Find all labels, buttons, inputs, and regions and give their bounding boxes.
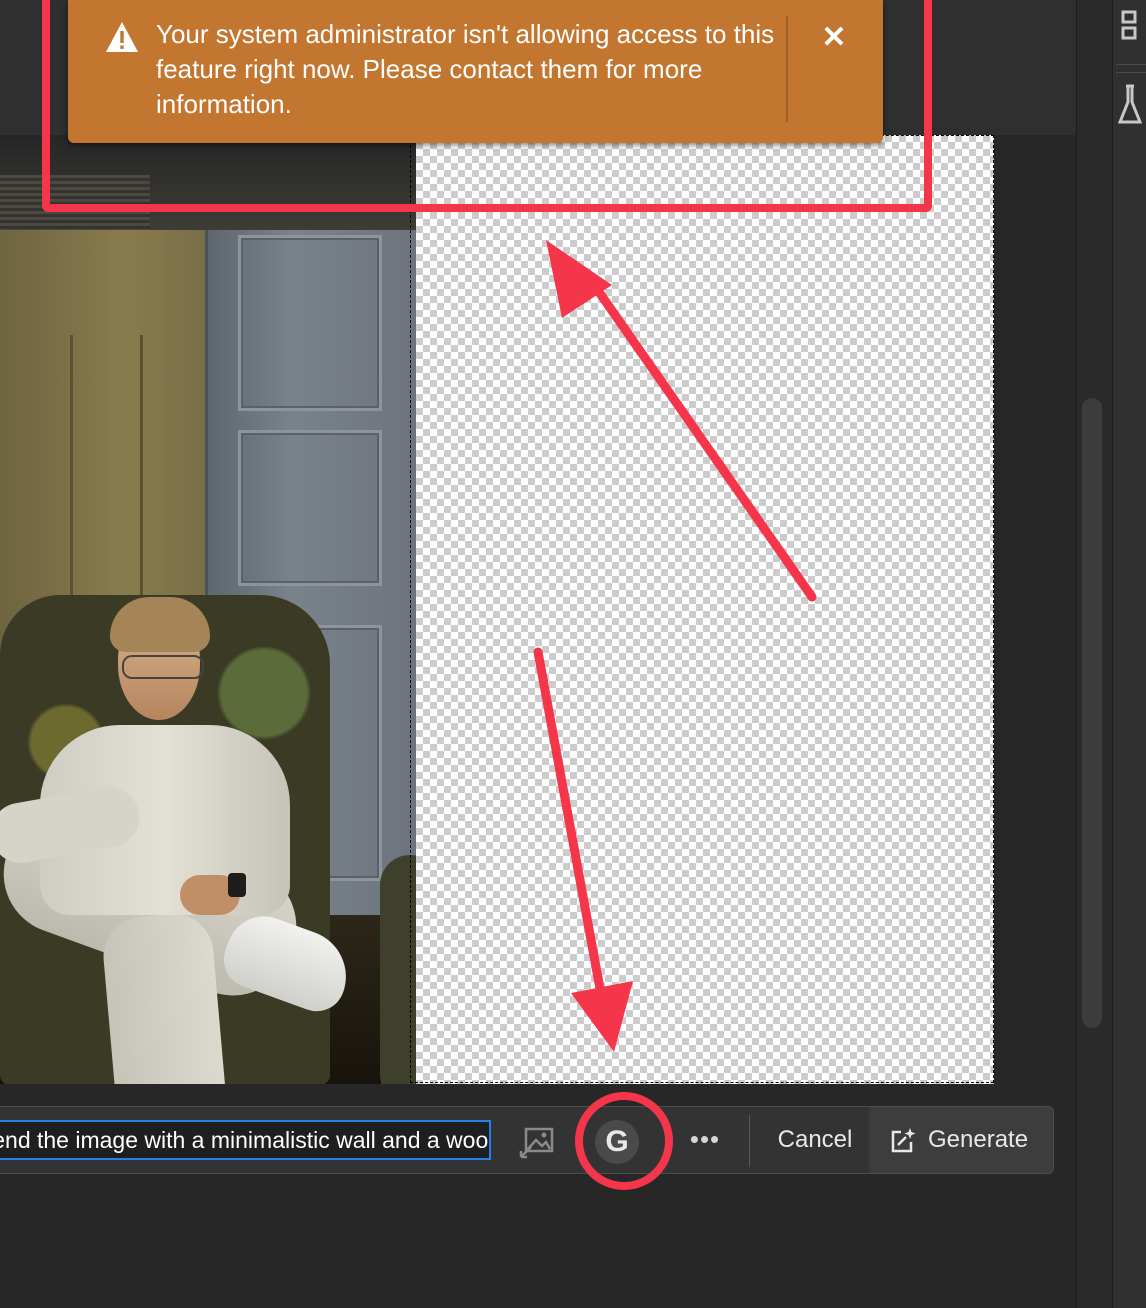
photo-armchair-side <box>380 855 416 1084</box>
generate-sparkle-icon <box>891 1128 916 1153</box>
alert-divider <box>786 16 788 122</box>
photo-vent <box>0 175 150 235</box>
panel-divider <box>1116 72 1146 73</box>
warning-icon <box>106 22 138 52</box>
photo-hair <box>110 597 210 652</box>
panel-grid-icon[interactable] <box>1113 4 1146 52</box>
door-panel <box>238 430 382 586</box>
admin-alert-toast: Your system administrator isn't allowing… <box>68 0 883 143</box>
alert-message: Your system administrator isn't allowing… <box>156 19 775 119</box>
taskbar-divider <box>749 1115 750 1167</box>
document-photo[interactable] <box>0 135 416 1084</box>
model-g-button[interactable]: G <box>595 1120 639 1164</box>
panel-flask-icon[interactable] <box>1113 80 1146 134</box>
prompt-input[interactable] <box>0 1120 491 1160</box>
reference-image-icon[interactable] <box>517 1123 557 1161</box>
photo-glasses <box>122 655 204 679</box>
vertical-scrollbar[interactable] <box>1082 398 1102 1028</box>
cancel-button[interactable]: Cancel <box>765 1117 865 1163</box>
contextual-task-bar: G ••• Cancel Generate <box>0 1106 1054 1174</box>
right-panel-strip <box>1112 0 1146 1308</box>
panel-divider <box>1116 64 1146 65</box>
close-icon[interactable]: ✕ <box>812 18 856 58</box>
photo-watch <box>228 873 246 897</box>
generate-label: Generate <box>928 1126 1029 1153</box>
door-panel <box>238 235 382 411</box>
generate-button[interactable]: Generate <box>869 1107 1053 1173</box>
transparent-canvas-area[interactable] <box>416 135 994 1084</box>
more-options-icon[interactable]: ••• <box>683 1117 727 1161</box>
